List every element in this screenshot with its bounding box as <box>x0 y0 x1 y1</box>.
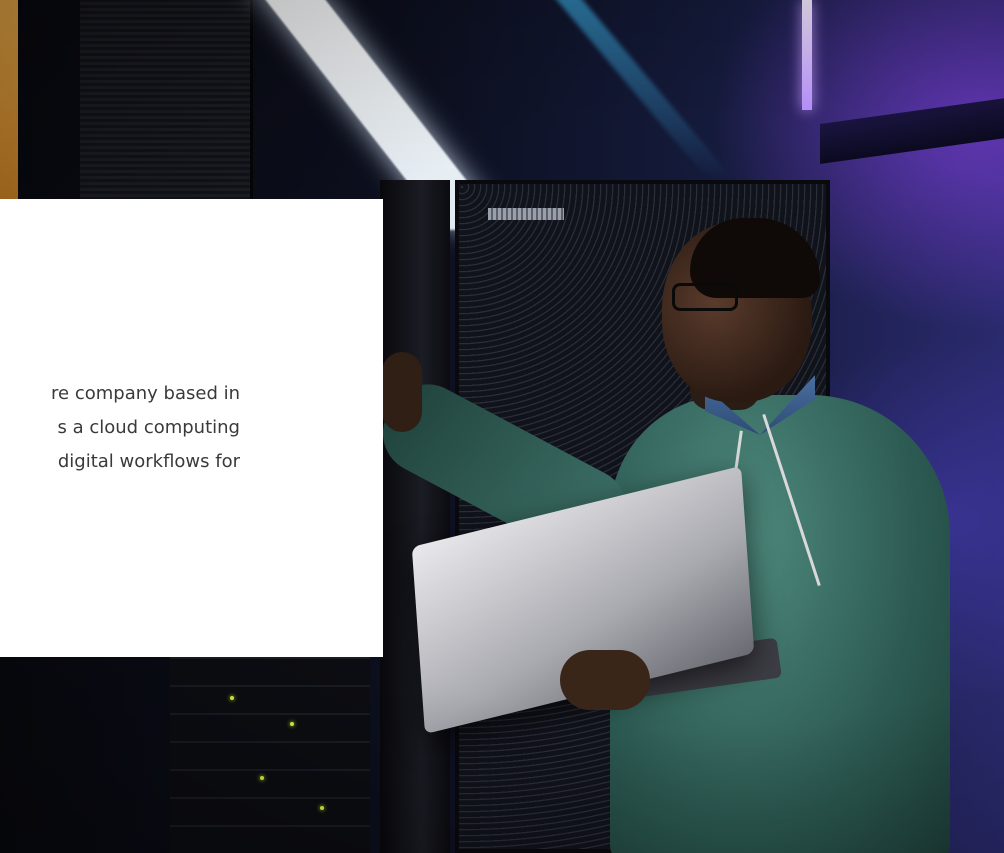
text-card: re company based in s a cloud computing … <box>0 199 383 657</box>
description-line: s a cloud computing <box>57 417 241 438</box>
company-description: re company based in s a cloud computing … <box>0 377 380 479</box>
page: re company based in s a cloud computing … <box>0 0 1004 853</box>
description-line: digital workflows for <box>57 451 240 472</box>
description-line: re company based in <box>51 383 240 404</box>
